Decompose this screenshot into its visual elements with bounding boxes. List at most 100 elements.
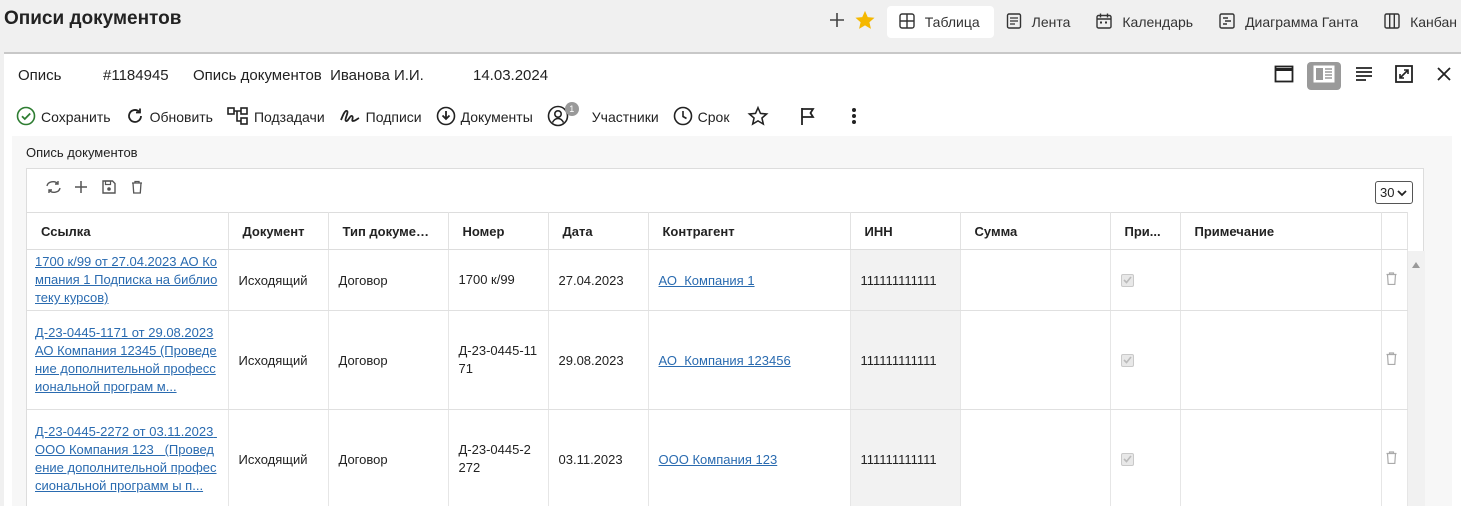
note-cell [1180,310,1382,410]
column-header-actions [1381,212,1408,250]
counterparty-link[interactable]: АО Компания 123456 [659,353,791,368]
refresh-label: Обновить [149,109,213,125]
tab-table[interactable]: Таблица [886,6,994,38]
gantt-icon [1219,12,1245,32]
star-filled-icon [854,9,876,36]
tab-calendar[interactable]: Календарь [1084,6,1207,38]
card-name: Опись документов Иванова И.И. [193,67,424,84]
layout-full-button[interactable] [1267,62,1301,90]
layout-split-button[interactable] [1307,62,1341,90]
column-header-inn[interactable]: ИНН [850,212,961,250]
clock-icon [673,106,698,129]
document-link[interactable]: 1700 к/99 от 27.04.2023 АО Компания 1 По… [35,254,217,305]
signatures-button[interactable]: Подписи [339,102,422,132]
trash-icon[interactable] [1386,352,1397,368]
expand-button[interactable] [1387,62,1421,90]
link-cell: 1700 к/99 от 27.04.2023 АО Компания 1 По… [27,249,229,311]
attached-checkbox[interactable] [1120,452,1134,466]
favorite-button[interactable] [851,8,879,36]
document-card: Опись #1184945 Опись документов Иванова … [4,52,1461,506]
close-button[interactable] [1427,62,1461,90]
trash-icon[interactable] [1386,451,1397,467]
scroll-up-arrow-icon[interactable] [1412,255,1420,273]
attached-cell [1110,409,1181,506]
check-circle-icon [16,106,41,129]
page-title: Описи документов [4,8,182,29]
refresh-icon [125,106,150,129]
grid-save-button[interactable] [95,179,123,199]
attached-checkbox[interactable] [1120,353,1134,367]
participants-count-badge: 1 [564,102,579,116]
counterparty-link[interactable]: АО Компания 1 [659,273,755,288]
save-button[interactable]: Сохранить [16,102,111,132]
link-cell: Д-23-0445-1171 от 29.08.2023 АО Компания… [27,310,229,410]
tab-label: Таблица [924,14,980,30]
table-row: Д-23-0445-1171 от 29.08.2023 АО Компания… [27,310,1408,410]
trash-icon[interactable] [1386,272,1397,288]
close-icon [1436,66,1452,87]
expand-icon [1395,64,1413,88]
refresh-button[interactable]: Обновить [125,102,213,132]
sum-cell [960,249,1111,311]
download-circle-icon [436,106,461,129]
trash-icon [131,180,143,199]
signatures-label: Подписи [365,109,422,125]
subtasks-button[interactable]: Подзадачи [227,102,325,132]
more-vertical-icon [851,107,862,128]
grid-delete-button[interactable] [123,179,151,199]
tab-gantt[interactable]: Диаграмма Ганта [1207,6,1372,38]
split-layout-icon [1313,65,1335,88]
window-layout-icon [1274,65,1294,88]
attached-checkbox[interactable] [1120,273,1134,287]
page-size-select[interactable]: 30 [1375,181,1413,204]
column-header-note[interactable]: Примечание [1180,212,1382,250]
document-cell: Исходящий [228,409,329,506]
tab-label: Календарь [1122,14,1194,30]
save-label: Сохранить [41,109,111,125]
attached-cell [1110,310,1181,410]
document-cell: Исходящий [228,249,329,311]
sync-icon [45,180,62,199]
card-type: Опись [18,67,62,84]
deadline-button[interactable]: Срок [673,102,729,132]
note-cell [1180,409,1382,506]
documents-button[interactable]: Документы [436,102,533,132]
counterparty-link[interactable]: ООО Компания 123 [659,452,778,467]
tab-label: Лента [1031,14,1071,30]
plus-icon [829,12,845,33]
favorite-card-button[interactable] [747,102,774,132]
chevron-down-icon [1394,185,1408,200]
tab-feed[interactable]: Лента [994,6,1085,38]
column-header-doc-type[interactable]: Тип документа [328,212,449,250]
documents-grid: 30 Ссылка Документ Тип документа Номер Д… [26,168,1425,506]
grid-refresh-button[interactable] [39,179,67,199]
floppy-disk-icon [102,179,116,199]
document-link[interactable]: Д-23-0445-2272 от 03.11.2023 ООО Компани… [35,424,217,493]
feed-icon [1006,12,1032,32]
text-view-button[interactable] [1347,62,1381,90]
grid-add-button[interactable] [67,179,95,199]
column-header-sum[interactable]: Сумма [960,212,1111,250]
sum-cell [960,310,1111,410]
more-button[interactable] [851,102,862,132]
counterparty-cell: АО Компания 1 [648,249,851,311]
number-cell: Д-23-0445-2272 [448,409,549,506]
column-header-number[interactable]: Номер [448,212,549,250]
card-content: Опись документов 30 Ссылка Документ Тип … [12,136,1452,506]
row-actions-cell [1381,409,1408,506]
column-header-attached[interactable]: При... [1110,212,1181,250]
participants-label: Участники [591,109,659,125]
table-header-row: Ссылка Документ Тип документа Номер Дата… [27,212,1408,250]
column-header-link[interactable]: Ссылка [27,212,229,250]
document-link[interactable]: Д-23-0445-1171 от 29.08.2023 АО Компания… [35,325,217,394]
column-header-document[interactable]: Документ [228,212,329,250]
table-icon [899,12,925,32]
column-header-date[interactable]: Дата [548,212,649,250]
kanban-icon [1384,12,1410,32]
flag-button[interactable] [798,102,823,132]
add-button[interactable] [823,8,851,36]
column-header-counterparty[interactable]: Контрагент [648,212,851,250]
participants-button[interactable]: 1 Участники [547,102,659,132]
tab-kanban[interactable]: Канбан [1372,6,1461,38]
table-scrollbar[interactable] [1408,251,1425,506]
